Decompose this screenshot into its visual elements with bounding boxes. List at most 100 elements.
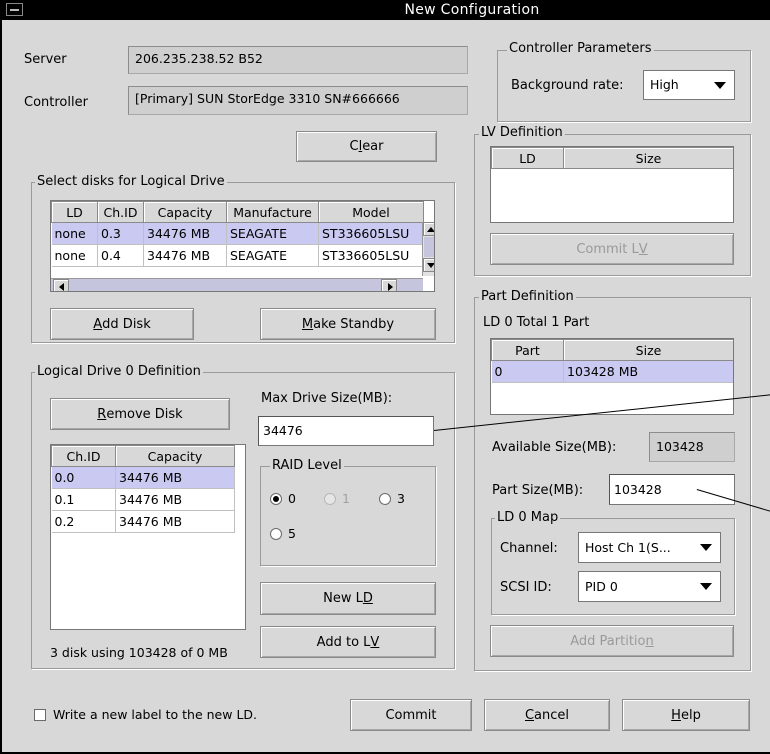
col-capacity[interactable]: Capacity [115, 445, 235, 467]
add-disk-button[interactable]: Add Disk [50, 308, 194, 340]
table-row[interactable]: 0 103428 MB [491, 360, 733, 383]
clear-button-label-pre: C [349, 139, 359, 154]
disk-table: LD Ch.ID Capacity Manufacture Model none… [50, 200, 435, 292]
cell-capacity: 34476 MB [115, 510, 235, 533]
col-ld[interactable]: LD [491, 147, 564, 169]
dropdown-arrow-icon [714, 82, 726, 89]
background-rate-select[interactable]: High [643, 70, 735, 100]
make-standby-button[interactable]: Make Standby [260, 308, 436, 340]
write-label-text: Write a new label to the new LD. [53, 707, 258, 722]
scroll-left-icon[interactable] [53, 279, 69, 291]
help-label: elp [680, 707, 701, 723]
lv-definition-title: LV Definition [479, 125, 565, 140]
write-label-checkbox[interactable] [34, 709, 46, 721]
col-capacity[interactable]: Capacity [143, 201, 227, 223]
table-row[interactable]: 0.0 34476 MB [51, 466, 235, 489]
scroll-up-icon[interactable] [423, 222, 434, 236]
col-chid[interactable]: Ch.ID [51, 445, 116, 467]
available-size-field: 103428 [649, 432, 735, 462]
scsi-id-value: PID 0 [585, 579, 618, 594]
controller-parameters-title: Controller Parameters [507, 41, 654, 56]
cell-size: 103428 MB [563, 360, 733, 383]
new-ld-label: New L [323, 591, 363, 606]
background-rate-value: High [650, 77, 679, 92]
table-row[interactable]: 0.2 34476 MB [51, 510, 235, 533]
cell-capacity: 34476 MB [115, 488, 235, 511]
ld-definition-title: Logical Drive 0 Definition [35, 364, 203, 379]
clear-button[interactable]: Cl ear [296, 131, 437, 162]
table-row[interactable]: 0.1 34476 MB [51, 488, 235, 511]
add-to-lv-label: Add to L [316, 634, 371, 650]
select-disks-title: Select disks for Logical Drive [35, 174, 227, 189]
channel-select[interactable]: Host Ch 1(S... [578, 532, 721, 563]
col-ld[interactable]: LD [51, 201, 98, 223]
table-row[interactable]: none 0.4 34476 MB SEAGATE ST336605LSU [51, 244, 424, 267]
commit-lv-label: Commit L [576, 241, 639, 257]
dropdown-arrow-icon [700, 583, 712, 590]
col-part[interactable]: Part [491, 339, 564, 361]
scsi-id-select[interactable]: PID 0 [578, 571, 721, 602]
new-ld-button[interactable]: New LD [260, 582, 436, 615]
col-size[interactable]: Size [563, 339, 733, 361]
add-partition-button: Add Partitio n [490, 625, 734, 657]
remove-disk-button[interactable]: Remove Disk [50, 398, 230, 430]
available-size-label: Available Size(MB): [492, 440, 617, 455]
ld-map-title: LD 0 Map [495, 510, 561, 525]
add-to-lv-mnemonic: V [370, 634, 380, 650]
server-label: Server [24, 52, 67, 67]
clear-button-label-post: ear [362, 139, 384, 154]
disk-table-header: LD Ch.ID Capacity Manufacture Model [51, 201, 424, 223]
table-row[interactable]: none 0.3 34476 MB SEAGATE ST336605LSU [51, 222, 424, 245]
part-table-header: Part Size [491, 339, 733, 361]
cell-chid: 0.2 [51, 510, 116, 533]
add-partition-label: Add Partitio [570, 633, 646, 649]
cancel-label: ancel [534, 707, 570, 723]
cancel-button[interactable]: Cancel [484, 699, 610, 731]
col-chid[interactable]: Ch.ID [97, 201, 144, 223]
cell-part: 0 [491, 360, 564, 383]
new-configuration-window: New Configuration Server 206.235.238.52 … [0, 0, 770, 754]
raid-3-radio[interactable]: 3 [379, 491, 405, 506]
raid-5-radio[interactable]: 5 [270, 526, 296, 541]
max-drive-size-input[interactable]: 34476 [258, 416, 434, 446]
raid-level-title: RAID Level [270, 458, 344, 473]
radio-selected-icon [270, 492, 282, 505]
col-size[interactable]: Size [563, 147, 733, 169]
scroll-thumb[interactable] [424, 237, 434, 257]
cancel-mnemonic: C [524, 707, 535, 723]
new-ld-mnemonic: D [362, 591, 373, 606]
raid-0-radio[interactable]: 0 [270, 491, 296, 506]
add-to-lv-button[interactable]: Add to LV [260, 626, 436, 658]
window-title: New Configuration [404, 2, 540, 18]
add-partition-mnemonic: n [645, 633, 654, 649]
server-field: 206.235.238.52 B52 [128, 46, 468, 74]
cell-capacity: 34476 MB [143, 222, 227, 245]
cell-manufacture: SEAGATE [226, 244, 319, 267]
raid-5-label: 5 [288, 526, 296, 541]
scroll-right-icon[interactable] [381, 279, 397, 291]
part-size-input[interactable]: 103428 [609, 474, 735, 505]
commit-lv-mnemonic: V [638, 241, 648, 257]
disk-table-vscroll[interactable] [422, 222, 434, 276]
help-button[interactable]: Help [622, 699, 750, 731]
ld-summary: 3 disk using 103428 of 0 MB [50, 645, 228, 660]
raid-1-label: 1 [342, 491, 350, 506]
background-rate-label: Background rate: [511, 78, 624, 93]
radio-icon [379, 492, 391, 505]
commit-lv-button: Commit LV [490, 233, 734, 265]
cell-ld: none [51, 244, 98, 267]
disk-table-hscroll[interactable] [51, 278, 423, 291]
commit-label: Commit [385, 707, 437, 723]
raid-3-label: 3 [397, 491, 405, 506]
cell-capacity: 34476 MB [115, 466, 235, 489]
remove-disk-mnemonic: R [97, 406, 107, 422]
lv-table: LD Size [490, 146, 734, 223]
col-model[interactable]: Model [318, 201, 424, 223]
ld-disk-table: Ch.ID Capacity 0.0 34476 MB 0.1 34476 MB… [50, 444, 246, 630]
scroll-down-icon[interactable] [423, 258, 434, 272]
radio-icon [324, 492, 336, 505]
raid-1-radio: 1 [324, 491, 350, 506]
col-manufacture[interactable]: Manufacture [226, 201, 319, 223]
commit-button[interactable]: Commit [350, 699, 472, 731]
remove-disk-label: emove Disk [106, 406, 183, 422]
